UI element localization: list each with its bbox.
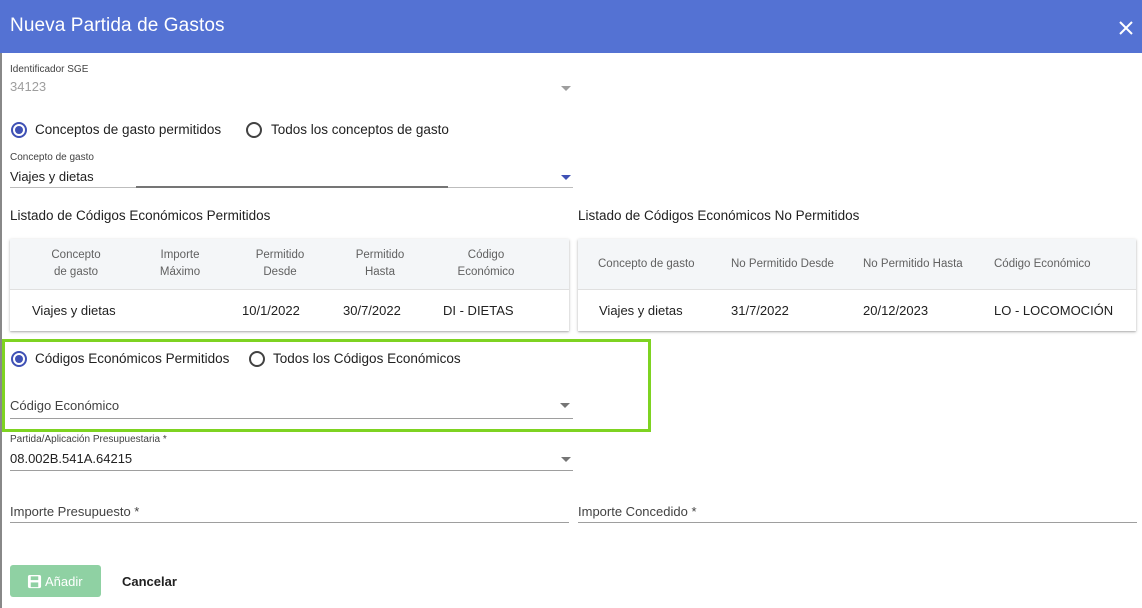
concepto-label: Concepto de gasto xyxy=(10,152,94,163)
close-icon[interactable] xyxy=(1116,18,1136,38)
column-header[interactable]: Código Económico xyxy=(994,256,1091,273)
partida-underline xyxy=(10,470,573,471)
save-icon xyxy=(27,574,42,589)
codigo-economico-underline xyxy=(10,418,573,419)
importe-presupuesto-input[interactable]: Importe Presupuesto * xyxy=(10,504,139,519)
radio-codigos-permitidos-label[interactable]: Códigos Económicos Permitidos xyxy=(35,351,229,366)
chevron-down-icon[interactable] xyxy=(561,175,571,180)
column-header[interactable]: Importe Máximo xyxy=(146,247,214,281)
partida-select[interactable]: 08.002B.541A.64215 xyxy=(10,451,132,466)
importe-presupuesto-underline xyxy=(10,522,569,523)
concepto-focus-underline xyxy=(136,186,448,188)
radio-todos-conceptos-label[interactable]: Todos los conceptos de gasto xyxy=(271,122,449,137)
cancel-button[interactable]: Cancelar xyxy=(122,574,177,589)
not-allowed-table: Concepto de gasto No Permitido Desde No … xyxy=(578,239,1136,331)
radio-conceptos-permitidos-label[interactable]: Conceptos de gasto permitidos xyxy=(35,122,221,137)
importe-concedido-underline xyxy=(578,522,1137,523)
column-header[interactable]: Código Económico xyxy=(446,247,526,281)
chevron-down-icon[interactable] xyxy=(561,457,571,462)
sge-value: 34123 xyxy=(10,79,47,94)
column-header[interactable]: Concepto de gasto xyxy=(32,247,120,281)
table-cell: DI - DIETAS xyxy=(443,303,514,318)
dialog-left-border xyxy=(0,53,2,608)
column-header[interactable]: Permitido Desde xyxy=(246,247,314,281)
table-cell: 10/1/2022 xyxy=(242,303,300,318)
add-button-label: Añadir xyxy=(45,574,83,589)
column-header[interactable]: No Permitido Desde xyxy=(731,256,834,273)
table-cell: Viajes y dietas xyxy=(32,303,116,318)
radio-todos-conceptos[interactable] xyxy=(246,122,262,138)
radio-conceptos-permitidos[interactable] xyxy=(11,122,27,138)
column-header[interactable]: No Permitido Hasta xyxy=(863,256,963,273)
importe-concedido-input[interactable]: Importe Concedido * xyxy=(578,504,697,519)
column-header[interactable]: Permitido Hasta xyxy=(344,247,416,281)
allowed-list-title: Listado de Códigos Económicos Permitidos xyxy=(10,208,271,223)
dialog-header: Nueva Partida de Gastos xyxy=(0,0,1142,53)
table-cell: Viajes y dietas xyxy=(599,303,683,318)
not-allowed-list-title: Listado de Códigos Económicos No Permiti… xyxy=(578,208,860,223)
chevron-down-icon[interactable] xyxy=(560,403,570,408)
radio-todos-codigos-label[interactable]: Todos los Códigos Económicos xyxy=(273,351,461,366)
radio-codigos-permitidos[interactable] xyxy=(11,351,27,367)
sge-label: Identificador SGE xyxy=(10,64,89,75)
codigo-economico-select[interactable]: Código Económico xyxy=(10,398,119,413)
allowed-table: Concepto de gasto Importe Máximo Permitido… xyxy=(10,239,569,331)
partida-label: Partida/Aplicación Presupuestaria * xyxy=(10,434,167,445)
table-cell: 30/7/2022 xyxy=(343,303,401,318)
table-cell: LO - LOCOMOCIÓN xyxy=(994,303,1114,318)
table-cell: 31/7/2022 xyxy=(731,303,789,318)
chevron-down-icon xyxy=(561,86,571,91)
radio-todos-codigos[interactable] xyxy=(249,351,265,367)
concepto-select[interactable]: Viajes y dietas xyxy=(10,169,94,184)
table-cell: 20/12/2023 xyxy=(863,303,929,318)
dialog-title: Nueva Partida de Gastos xyxy=(10,15,225,36)
add-button[interactable]: Añadir xyxy=(10,565,101,597)
column-header[interactable]: Concepto de gasto xyxy=(598,256,695,273)
